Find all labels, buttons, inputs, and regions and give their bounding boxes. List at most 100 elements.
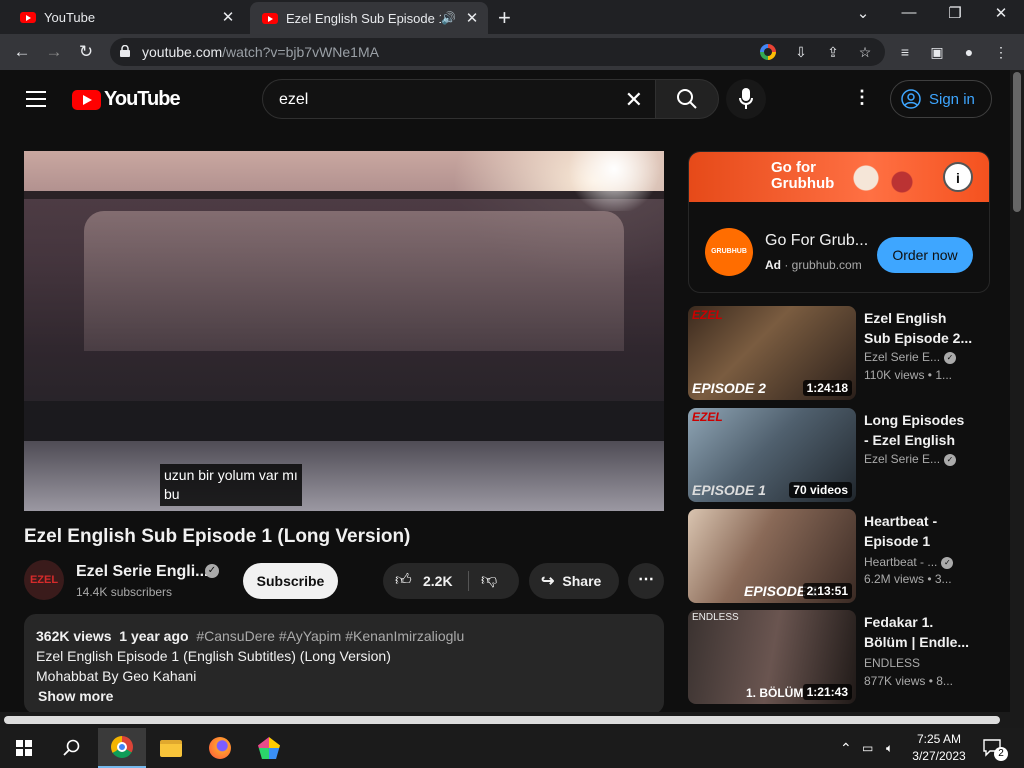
browser-tab-ezel[interactable]: Ezel English Sub Episode 1 (L 🔊 ✕ — [250, 2, 488, 34]
media-controls-icon[interactable]: ≡ — [895, 42, 915, 62]
google-lens-icon[interactable] — [760, 44, 776, 60]
subscribe-button[interactable]: Subscribe — [243, 563, 338, 599]
recommended-title[interactable]: Ezel English Sub Episode 2... — [864, 308, 974, 348]
search-button[interactable] — [655, 79, 719, 119]
ad-info-icon[interactable]: i — [943, 162, 973, 192]
reload-icon[interactable]: ↻ — [74, 40, 98, 64]
video-frame-dash — [24, 401, 664, 441]
share-page-icon[interactable]: ⇪ — [824, 43, 842, 61]
clock-date: 3/27/2023 — [912, 749, 966, 763]
minimize-button[interactable]: — — [894, 4, 924, 21]
video-thumbnail[interactable]: EPISODE 1 2:13:51 — [688, 509, 856, 603]
recommended-video[interactable]: ENDLESS 1. BÖLÜM 1:21:43 Fedakar 1. Bölüm… — [688, 610, 990, 704]
search-input[interactable]: ezel ✕ — [262, 79, 656, 119]
description-box[interactable]: 362K views 1 year ago #CansuDere #AyYapi… — [24, 614, 664, 714]
share-button[interactable]: ↪ Share — [529, 563, 619, 599]
ad-food-image — [839, 158, 929, 198]
notification-count: 2 — [994, 747, 1008, 761]
description-line: Ezel English Episode 1 (English Subtitle… — [36, 648, 391, 664]
account-icon — [901, 89, 921, 109]
tab-close-icon[interactable]: ✕ — [218, 8, 238, 26]
settings-more-icon[interactable]: ⋮ — [850, 87, 874, 111]
horizontal-scrollbar[interactable] — [0, 712, 1024, 728]
start-button[interactable] — [0, 728, 48, 768]
address-bar[interactable]: youtube.com/watch?v=bjb7vWNe1MA ⇩ ⇪ ☆ — [110, 38, 885, 66]
clear-search-icon[interactable]: ✕ — [625, 87, 643, 113]
search-icon — [63, 739, 80, 756]
browser-tab-youtube[interactable]: YouTube ✕ — [8, 0, 244, 34]
vertical-scrollbar[interactable] — [1010, 70, 1024, 712]
search-query: ezel — [279, 91, 309, 108]
bookmark-star-icon[interactable]: ☆ — [856, 43, 874, 61]
like-divider — [468, 571, 469, 591]
install-app-icon[interactable]: ⇩ — [792, 43, 810, 61]
chrome-icon — [111, 736, 133, 758]
hamburger-menu-icon[interactable] — [26, 91, 46, 107]
recommended-title[interactable]: Fedakar 1. Bölüm | Endle... — [864, 612, 974, 652]
video-thumbnail[interactable]: EZEL EPISODE 1 70 videos — [688, 408, 856, 502]
recommended-channel[interactable]: Heartbeat - ... ✓ — [864, 555, 954, 569]
ad-banner-text: Go for Grubhub — [771, 159, 835, 192]
ad-card[interactable]: Go for Grubhub i GRUBHUB Go For Grub... … — [688, 151, 990, 293]
video-duration: 2:13:51 — [802, 583, 852, 599]
taskbar-firefox[interactable] — [196, 728, 244, 768]
taskbar-search-button[interactable] — [48, 728, 96, 768]
like-thumb-icon[interactable]: 👍︎ — [395, 571, 412, 590]
horizontal-scroll-thumb[interactable] — [4, 716, 1000, 724]
side-panel-icon[interactable]: ▣ — [927, 42, 947, 62]
video-thumbnail[interactable]: EZEL EPISODE 2 1:24:18 — [688, 306, 856, 400]
voice-search-button[interactable] — [726, 79, 766, 119]
taskbar-chrome[interactable] — [98, 728, 146, 768]
dislike-thumb-icon[interactable]: 👎︎ — [481, 571, 497, 590]
verified-check-icon: ✓ — [941, 556, 954, 569]
tab-close-icon[interactable]: ✕ — [462, 9, 482, 27]
system-clock[interactable]: 7:25 AM 3/27/2023 — [908, 731, 970, 765]
profile-icon[interactable]: ● — [959, 42, 979, 62]
video-player[interactable]: uzun bir yolum var mı bu — [24, 151, 664, 511]
sign-in-button[interactable]: Sign in — [890, 80, 992, 118]
show-hidden-icons-icon[interactable]: ⌃ — [840, 728, 852, 768]
taskbar-app[interactable] — [245, 728, 293, 768]
close-window-button[interactable]: ✕ — [986, 4, 1016, 22]
video-frame-window — [84, 211, 624, 351]
chrome-menu-icon[interactable]: ⋮ — [991, 42, 1011, 62]
video-thumbnail[interactable]: ENDLESS 1. BÖLÜM 1:21:43 — [688, 610, 856, 704]
lock-icon — [120, 45, 130, 57]
recommended-video[interactable]: EZEL EPISODE 2 1:24:18 Ezel English Sub E… — [688, 306, 990, 400]
thumbnail-overlay-text: EPISODE 1 — [692, 482, 766, 498]
hashtags[interactable]: #CansuDere #AyYapim #KenanImirzalioglu — [196, 628, 464, 644]
taskbar-file-explorer[interactable] — [147, 728, 195, 768]
new-tab-button[interactable]: + — [498, 5, 511, 31]
volume-icon[interactable]: 🔈︎ — [886, 728, 893, 768]
ad-banner[interactable]: Go for Grubhub i — [689, 152, 989, 202]
recommended-video[interactable]: EPISODE 1 2:13:51 Heartbeat - Episode 1 H… — [688, 509, 990, 603]
back-arrow-icon[interactable]: ← — [10, 40, 34, 64]
video-frame-hood — [24, 441, 664, 511]
view-count: 362K views — [36, 628, 112, 644]
like-count[interactable]: 2.2K — [423, 573, 453, 589]
recommended-channel[interactable]: ENDLESS — [864, 656, 920, 670]
recommended-title[interactable]: Heartbeat - Episode 1 — [864, 511, 974, 551]
notifications-button[interactable]: 2 — [982, 737, 1008, 761]
verified-check-icon: ✓ — [944, 453, 957, 466]
channel-name[interactable]: Ezel Serie Engli... — [76, 563, 209, 581]
youtube-logo[interactable]: YouTube — [72, 88, 181, 111]
like-dislike-group: 👍︎ 2.2K 👎︎ — [383, 563, 519, 599]
forward-arrow-icon[interactable]: → — [42, 40, 66, 64]
recommended-title[interactable]: Long Episodes - Ezel English — [864, 410, 974, 450]
network-icon[interactable]: ▭ — [862, 728, 873, 768]
restore-button[interactable]: ❐ — [940, 4, 970, 22]
recommended-channel[interactable]: Ezel Serie E... ✓ — [864, 350, 957, 364]
recommended-playlist[interactable]: EZEL EPISODE 1 70 videos Long Episodes - … — [688, 408, 990, 502]
recommended-channel[interactable]: Ezel Serie E... ✓ — [864, 452, 957, 466]
channel-avatar[interactable]: EZEL — [24, 560, 64, 600]
more-actions-button[interactable]: ⋯ — [628, 563, 664, 599]
vertical-scroll-thumb[interactable] — [1013, 72, 1021, 212]
folder-icon — [160, 739, 182, 757]
ad-title[interactable]: Go For Grub... — [765, 232, 868, 250]
tab-search-icon[interactable]: ⌄ — [848, 4, 878, 22]
order-now-button[interactable]: Order now — [877, 237, 973, 273]
upload-age: 1 year ago — [119, 628, 189, 644]
audio-playing-icon[interactable]: 🔊 — [441, 11, 456, 25]
show-more-button[interactable]: Show more — [38, 688, 113, 704]
